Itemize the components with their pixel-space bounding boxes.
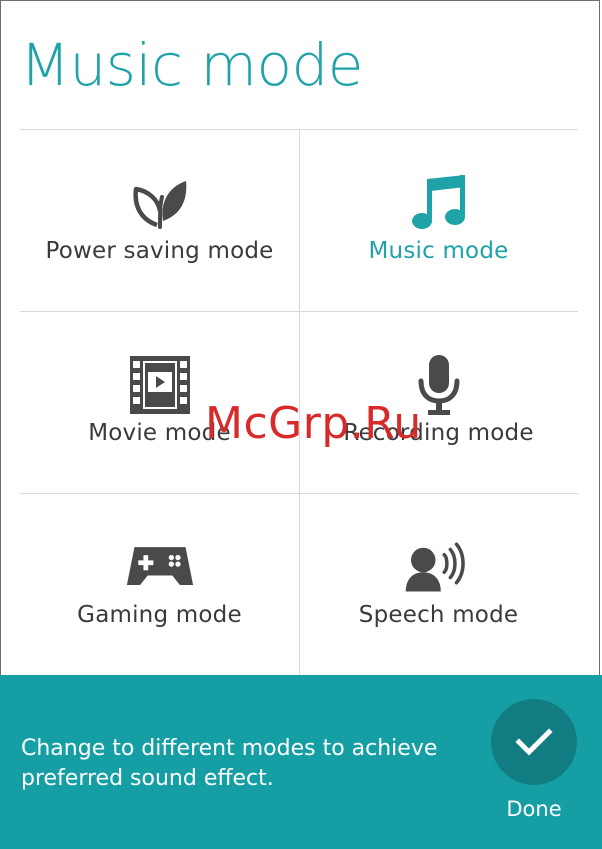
footer-message: Change to different modes to achieve pre… xyxy=(21,736,438,791)
mode-label: Music mode xyxy=(368,238,509,264)
mode-label: Movie mode xyxy=(88,420,231,446)
music-note-icon xyxy=(404,170,474,236)
mode-movie[interactable]: Movie mode xyxy=(20,312,299,493)
page-title: Music mode xyxy=(20,31,363,99)
mode-gaming[interactable]: Gaming mode xyxy=(20,494,299,675)
mode-label: Power saving mode xyxy=(45,238,274,264)
mode-label: Gaming mode xyxy=(77,602,242,628)
mode-music[interactable]: Music mode xyxy=(299,130,578,311)
done-button[interactable] xyxy=(491,699,577,785)
leaf-icon xyxy=(125,170,195,236)
speaker-person-icon xyxy=(404,534,474,600)
checkmark-icon xyxy=(515,728,553,756)
mode-power-saving[interactable]: Power saving mode xyxy=(20,130,299,311)
mode-grid: Power saving mode Music mode Movie mode … xyxy=(20,129,578,676)
mode-label: Speech mode xyxy=(358,602,519,628)
mode-speech[interactable]: Speech mode xyxy=(299,494,578,675)
mode-label: Recording mode xyxy=(343,420,534,446)
footer-bar: Change to different modes to achieve pre… xyxy=(0,675,602,849)
done-label: Done xyxy=(506,797,562,821)
gamepad-icon xyxy=(125,534,195,600)
mode-recording[interactable]: Recording mode xyxy=(299,312,578,493)
film-icon xyxy=(125,352,195,418)
microphone-icon xyxy=(404,352,474,418)
